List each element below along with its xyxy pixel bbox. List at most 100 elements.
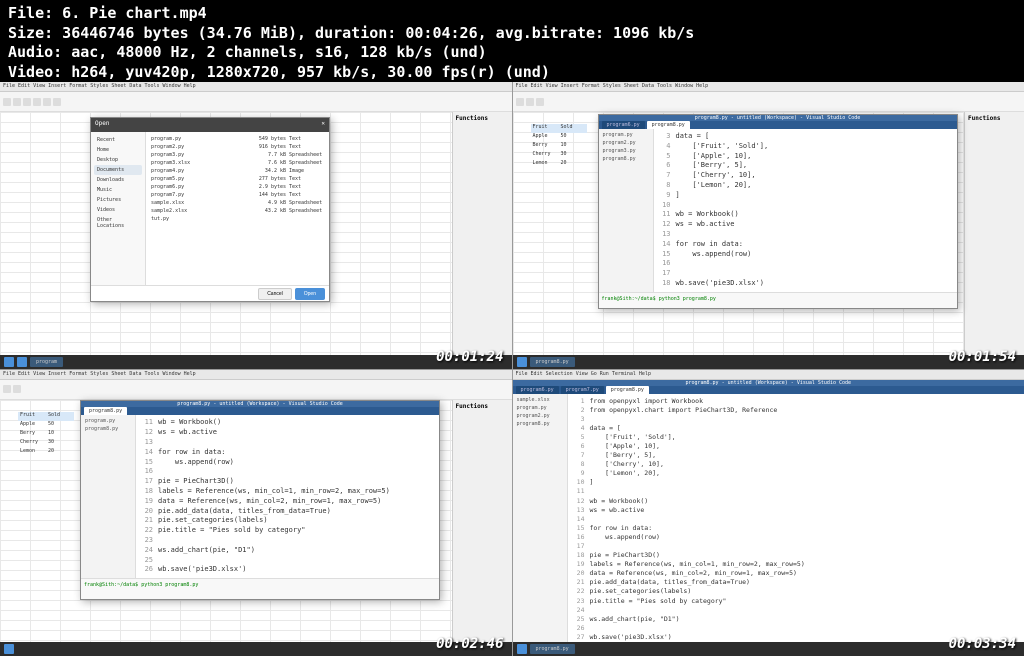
file-row[interactable]: program3.py7.7 kBSpreadsheet xyxy=(149,151,326,159)
file-row[interactable]: program4.py34.2 kBImage xyxy=(149,167,326,175)
toolbar-button[interactable] xyxy=(526,98,534,106)
editor-tabs: program8.py xyxy=(81,407,439,415)
quadrant-2: File Edit View Insert Format Styles Shee… xyxy=(513,82,1024,369)
toolbar xyxy=(513,92,1024,112)
task-icon[interactable] xyxy=(517,644,527,654)
toolbar-button[interactable] xyxy=(3,385,11,393)
file-row[interactable]: program.py549 bytesText xyxy=(149,135,326,143)
file-item[interactable]: program.py xyxy=(601,131,651,139)
functions-sidebar: Functions xyxy=(452,112,512,355)
editor-tabs: program6.py program8.py xyxy=(599,121,957,129)
code-area[interactable]: 1from openpyxl import Workbook2from open… xyxy=(568,394,1024,646)
sidebar-title: Functions xyxy=(456,403,509,410)
cancel-button[interactable]: Cancel xyxy=(258,288,292,300)
toolbar-button[interactable] xyxy=(33,98,41,106)
toolbar-button[interactable] xyxy=(3,98,11,106)
code-area[interactable]: 3data = [4 ['Fruit', 'Sold'],5 ['Apple',… xyxy=(654,129,957,292)
quadrant-3: File Edit View Insert Format Styles Shee… xyxy=(0,370,512,656)
file-row[interactable]: sample.xlsx4.9 kBSpreadsheet xyxy=(149,199,326,207)
toolbar-button[interactable] xyxy=(536,98,544,106)
toolbar-button[interactable] xyxy=(23,98,31,106)
terminal[interactable]: frank@Sith:~/data$ python3 program8.py xyxy=(81,578,439,598)
code-editor-window: program8.py - untitled (Workspace) - Vis… xyxy=(598,114,958,309)
file-row[interactable]: program2.py916 bytesText xyxy=(149,143,326,151)
file-item[interactable]: program8.py xyxy=(601,155,651,163)
editor-tab[interactable]: program6.py xyxy=(602,121,645,129)
nav-place[interactable]: Desktop xyxy=(94,155,142,165)
size-line: Size: 36446746 bytes (34.76 MiB), durati… xyxy=(8,24,694,44)
functions-sidebar: Functions xyxy=(964,112,1024,355)
task-item[interactable]: program8.py xyxy=(530,357,575,367)
code-editor-window: program8.py - untitled (Workspace) - Vis… xyxy=(80,400,440,600)
file-row[interactable]: program7.py144 bytesText xyxy=(149,191,326,199)
video-line: Video: h264, yuv420p, 1280x720, 957 kb/s… xyxy=(8,63,694,83)
terminal-prompt: frank@Sith:~/data$ python3 program8.py xyxy=(84,582,198,588)
editor-tab-active[interactable]: program8.py xyxy=(606,386,649,394)
sheet-data: FruitSoldApple50Berry10Cherry30Lemon20 xyxy=(531,124,587,169)
quadrant-1: File Edit View Insert Format Styles Shee… xyxy=(0,82,512,369)
file-item[interactable]: program8.py xyxy=(83,425,133,433)
file-item[interactable]: program2.py xyxy=(601,139,651,147)
task-icon[interactable] xyxy=(17,357,27,367)
file-item[interactable]: program.py xyxy=(83,417,133,425)
file-item[interactable]: program8.py xyxy=(515,420,565,428)
nav-place[interactable]: Documents xyxy=(94,165,142,175)
sheet-data: FruitSoldApple50Berry10Cherry30Lemon20 xyxy=(18,412,74,457)
quadrant-grid: File Edit View Insert Format Styles Shee… xyxy=(0,82,1024,656)
editor-tab[interactable]: program7.py xyxy=(561,386,604,394)
file-row[interactable]: sample2.xlsx43.2 kBSpreadsheet xyxy=(149,207,326,215)
menubar[interactable]: File Edit View Insert Format Styles Shee… xyxy=(0,370,512,380)
code-area[interactable]: 11wb = Workbook()12ws = wb.active1314for… xyxy=(136,415,439,578)
file-row[interactable]: program5.py277 bytesText xyxy=(149,175,326,183)
editor-tab-active[interactable]: program8.py xyxy=(647,121,690,129)
task-item[interactable]: program8.py xyxy=(530,644,575,654)
task-item[interactable]: program xyxy=(30,357,63,367)
timestamp: 00:03:34 xyxy=(949,636,1016,652)
taskbar xyxy=(0,642,512,656)
media-info-overlay: File: 6. Pie chart.mp4 Size: 36446746 by… xyxy=(0,0,702,86)
open-button[interactable]: Open xyxy=(295,288,325,300)
editor-tab-active[interactable]: program8.py xyxy=(84,407,127,415)
nav-place[interactable]: Home xyxy=(94,145,142,155)
nav-place[interactable]: Other Locations xyxy=(94,215,142,231)
file-row[interactable]: program6.py2.9 bytesText xyxy=(149,183,326,191)
nav-place[interactable]: Videos xyxy=(94,205,142,215)
file-item[interactable]: sample.xlsx xyxy=(515,396,565,404)
close-icon[interactable]: ✕ xyxy=(321,120,325,130)
sidebar-title: Functions xyxy=(968,115,1021,122)
editor-titlebar[interactable]: program8.py - untitled (Workspace) - Vis… xyxy=(81,401,439,408)
task-icon[interactable] xyxy=(4,357,14,367)
taskbar: program8.py xyxy=(513,355,1024,369)
menubar[interactable]: File Edit Selection View Go Run Terminal… xyxy=(513,370,1024,380)
file-line: File: 6. Pie chart.mp4 xyxy=(8,4,694,24)
task-icon[interactable] xyxy=(517,357,527,367)
nav-place[interactable]: Downloads xyxy=(94,175,142,185)
terminal[interactable]: frank@Sith:~/data$ python3 program8.py xyxy=(599,292,957,308)
timestamp: 00:02:46 xyxy=(436,636,503,652)
editor-tab[interactable]: program6.py xyxy=(516,386,559,394)
file-row[interactable]: program3.xlsx7.6 kBSpreadsheet xyxy=(149,159,326,167)
nav-place[interactable]: Music xyxy=(94,185,142,195)
toolbar-button[interactable] xyxy=(43,98,51,106)
places-nav: RecentHomeDesktopDocumentsDownloadsMusic… xyxy=(91,132,146,285)
file-explorer: program.py program8.py xyxy=(81,415,136,578)
toolbar-button[interactable] xyxy=(13,98,21,106)
file-item[interactable]: program2.py xyxy=(515,412,565,420)
toolbar-button[interactable] xyxy=(53,98,61,106)
toolbar-button[interactable] xyxy=(516,98,524,106)
audio-line: Audio: aac, 48000 Hz, 2 channels, s16, 1… xyxy=(8,43,694,63)
nav-place[interactable]: Recent xyxy=(94,135,142,145)
taskbar: program8.py xyxy=(513,642,1024,656)
file-row[interactable]: tut.py xyxy=(149,215,326,223)
taskbar: program xyxy=(0,355,512,369)
toolbar-button[interactable] xyxy=(13,385,21,393)
file-explorer: sample.xlsx program.py program2.py progr… xyxy=(513,394,568,646)
file-item[interactable]: program.py xyxy=(515,404,565,412)
file-list: program.py549 bytesTextprogram2.py916 by… xyxy=(146,132,329,285)
nav-place[interactable]: Pictures xyxy=(94,195,142,205)
file-item[interactable]: program3.py xyxy=(601,147,651,155)
toolbar xyxy=(0,380,512,400)
task-icon[interactable] xyxy=(4,644,14,654)
sidebar-title: Functions xyxy=(456,115,509,122)
dialog-titlebar[interactable]: Open ✕ xyxy=(91,118,329,132)
